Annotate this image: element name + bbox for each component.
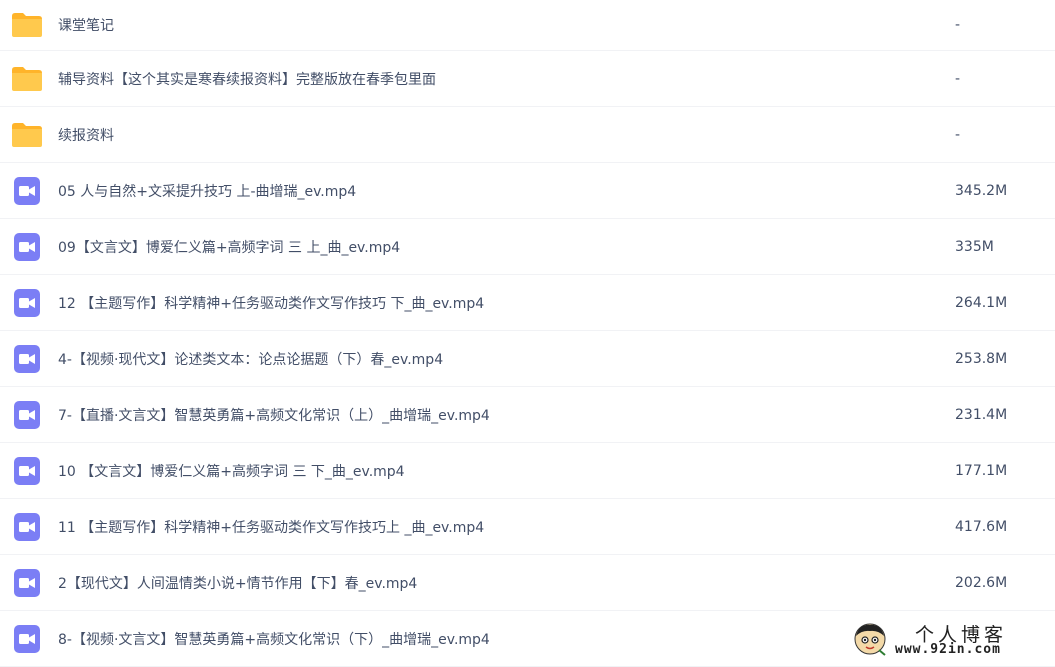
video-file-icon [11,232,43,261]
file-name[interactable]: 11 【主题写作】科学精神+任务驱动类作文写作技巧上 _曲_ev.mp4 [58,517,484,537]
file-size: 335M [955,238,994,255]
file-name[interactable]: 10 【文言文】博爱仁义篇+高频字词 三 下_曲_ev.mp4 [58,461,405,481]
video-file-icon [11,456,43,485]
file-row[interactable]: 7-【直播·文言文】智慧英勇篇+高频文化常识（上）_曲增瑞_ev.mp4 231.… [0,387,1055,443]
file-size: 177.1M [955,462,1008,479]
file-name[interactable]: 09【文言文】博爱仁义篇+高频字词 三 上_曲_ev.mp4 [58,237,400,257]
file-row[interactable]: 12 【主题写作】科学精神+任务驱动类作文写作技巧 下_曲_ev.mp4 264.… [0,275,1055,331]
video-file-icon [11,624,43,653]
video-file-icon [11,400,43,429]
file-size: - [955,126,961,143]
watermark: 个人博客 www.92in.com [853,620,1045,660]
file-size: 264.1M [955,294,1008,311]
file-size: 202.6M [955,574,1008,591]
file-name[interactable]: 2【现代文】人间温情类小说+情节作用【下】春_ev.mp4 [58,573,417,593]
file-row[interactable]: 09【文言文】博爱仁义篇+高频字词 三 上_曲_ev.mp4 335M [0,219,1055,275]
folder-icon [11,121,43,149]
file-row[interactable]: 2【现代文】人间温情类小说+情节作用【下】春_ev.mp4 202.6M [0,555,1055,611]
file-name[interactable]: 7-【直播·文言文】智慧英勇篇+高频文化常识（上）_曲增瑞_ev.mp4 [58,405,490,425]
file-name[interactable]: 续报资料 [58,125,114,145]
folder-row[interactable]: 续报资料 - [0,107,1055,163]
file-name[interactable]: 05 人与自然+文采提升技巧 上-曲增瑞_ev.mp4 [58,181,356,201]
video-file-icon [11,344,43,373]
file-name[interactable]: 课堂笔记 [58,15,114,35]
file-size: - [955,17,961,33]
watermark-url: www.92in.com [895,642,1001,657]
folder-row[interactable]: 课堂笔记 - [0,0,1055,51]
folder-row[interactable]: 辅导资料【这个其实是寒春续报资料】完整版放在春季包里面 - [0,51,1055,107]
video-file-icon [11,176,43,205]
video-file-icon [11,512,43,541]
file-name[interactable]: 辅导资料【这个其实是寒春续报资料】完整版放在春季包里面 [58,69,436,89]
file-size: 417.6M [955,518,1008,535]
file-name[interactable]: 4-【视频·现代文】论述类文本：论点论据题（下）春_ev.mp4 [58,349,443,369]
video-file-icon [11,288,43,317]
file-size: - [955,70,961,87]
file-name[interactable]: 8-【视频·文言文】智慧英勇篇+高频文化常识（下）_曲增瑞_ev.mp4 [58,629,490,649]
folder-icon [11,11,43,39]
file-row[interactable]: 10 【文言文】博爱仁义篇+高频字词 三 下_曲_ev.mp4 177.1M [0,443,1055,499]
file-size: 231.4M [955,406,1008,423]
file-size: 345.2M [955,182,1008,199]
file-row[interactable]: 11 【主题写作】科学精神+任务驱动类作文写作技巧上 _曲_ev.mp4 417.… [0,499,1055,555]
file-size: 253.8M [955,350,1008,367]
video-file-icon [11,568,43,597]
file-name[interactable]: 12 【主题写作】科学精神+任务驱动类作文写作技巧 下_曲_ev.mp4 [58,293,484,313]
file-row[interactable]: 4-【视频·现代文】论述类文本：论点论据题（下）春_ev.mp4 253.8M [0,331,1055,387]
file-row[interactable]: 05 人与自然+文采提升技巧 上-曲增瑞_ev.mp4 345.2M [0,163,1055,219]
folder-icon [11,65,43,93]
avatar-icon [854,623,886,656]
file-list: 课堂笔记 - 辅导资料【这个其实是寒春续报资料】完整版放在春季包里面 - 续报资料 - 05… [0,0,1055,667]
